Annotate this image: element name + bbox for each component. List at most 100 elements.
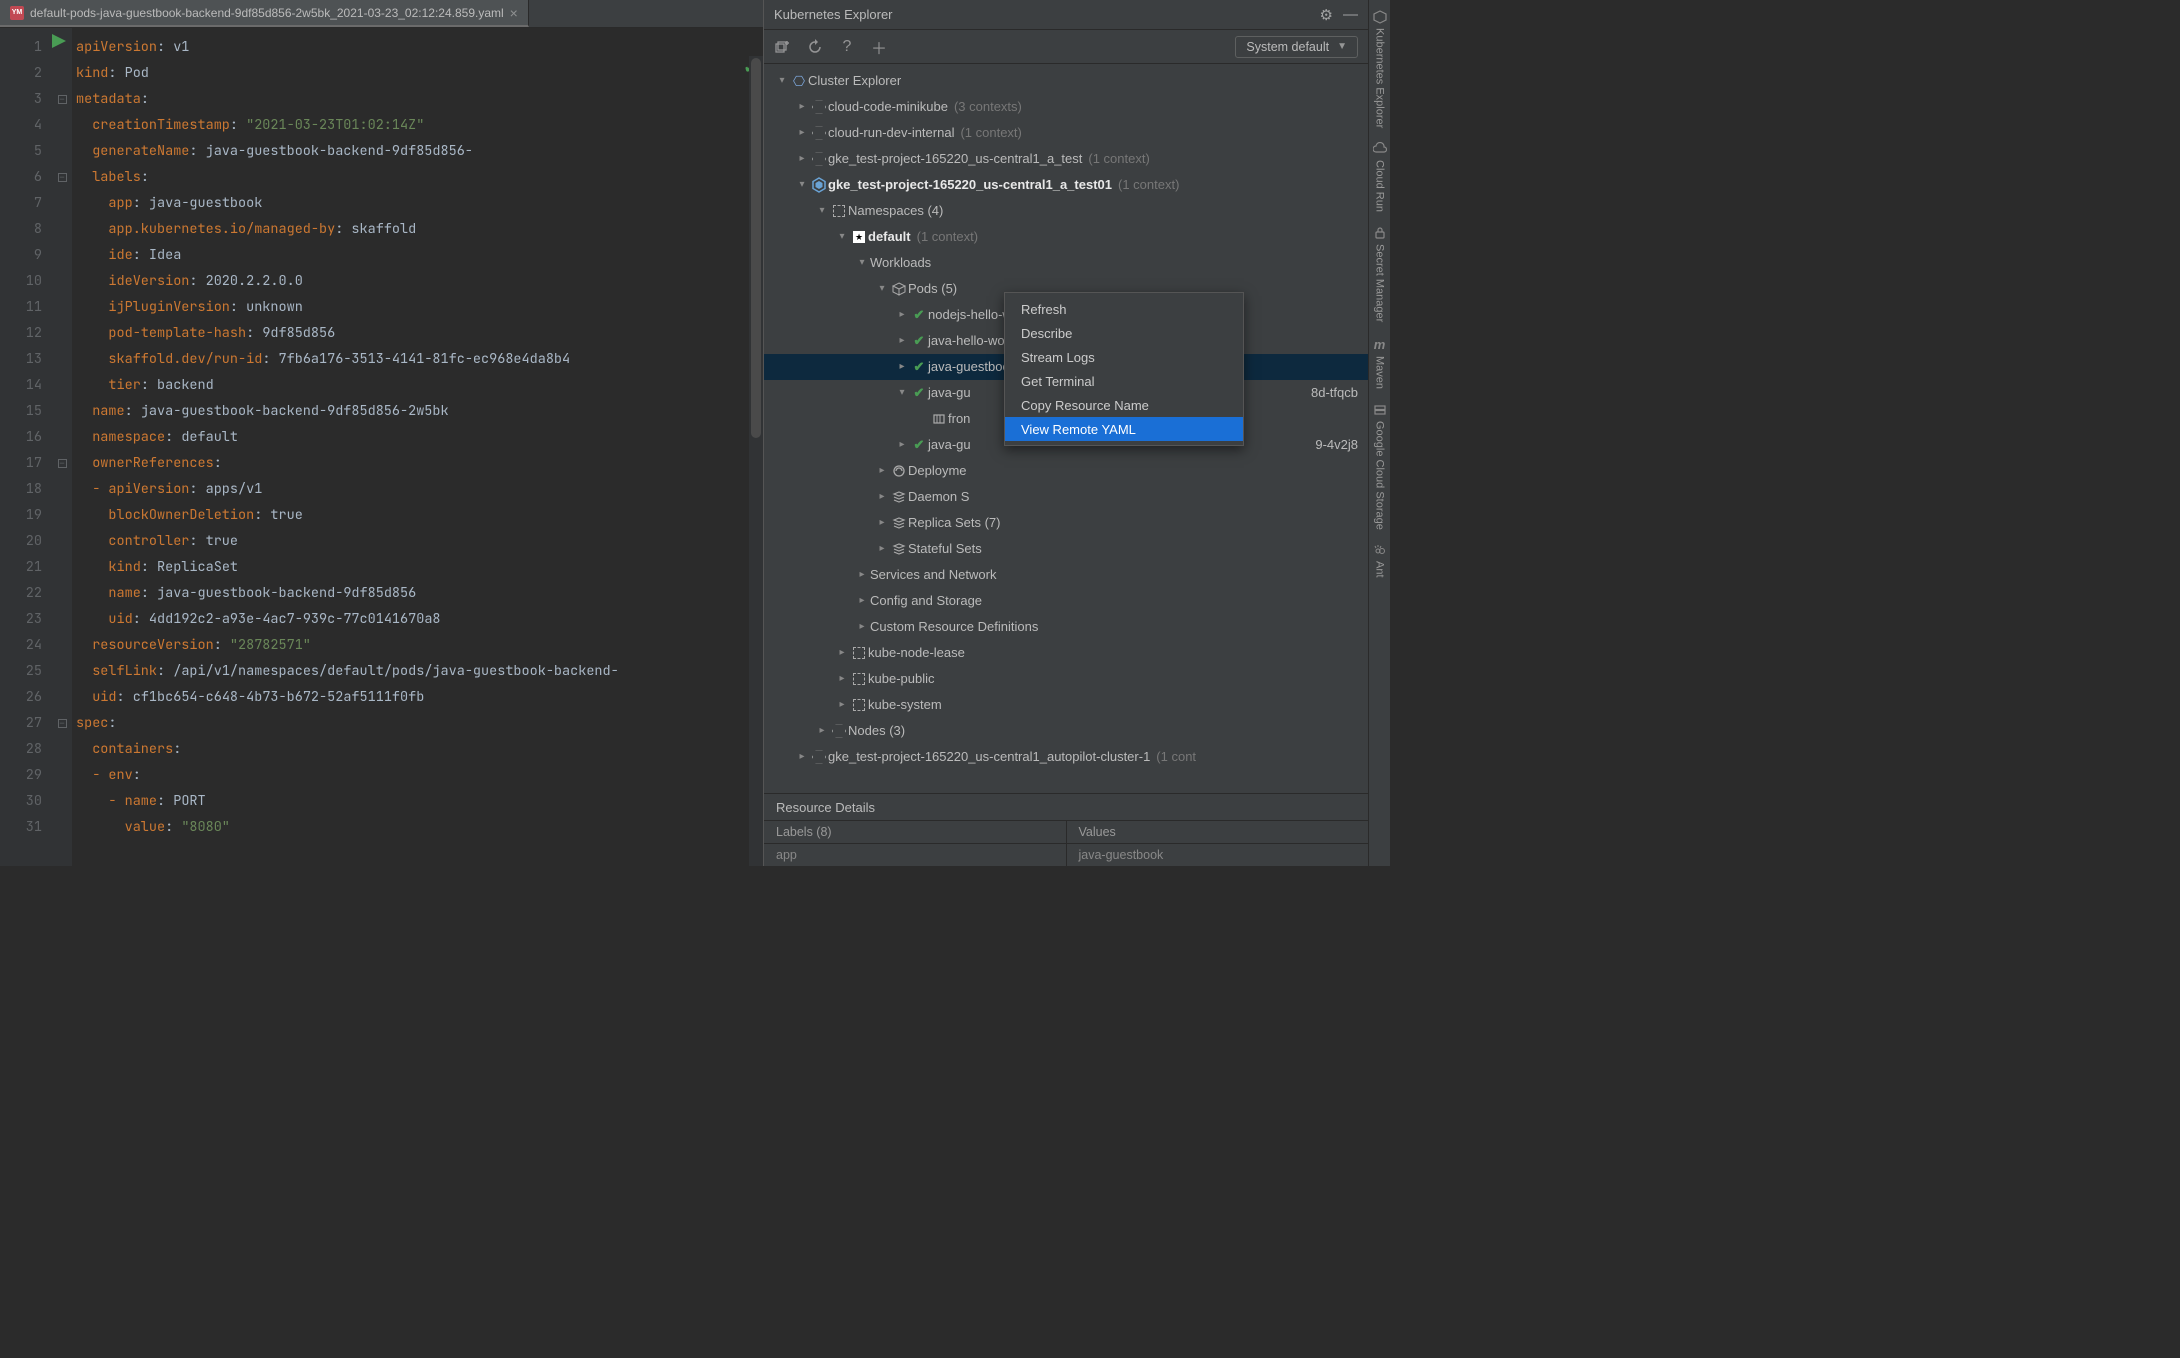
ns-section[interactable]: ▸Config and Storage — [764, 588, 1368, 614]
add-icon[interactable]: ＋ — [870, 38, 888, 56]
fold-column[interactable]: −−−− — [52, 28, 72, 866]
cluster-item[interactable]: ▸cloud-run-dev-internal(1 context) — [764, 120, 1368, 146]
code-line[interactable]: name: java-guestbook-backend-9df85d856-2… — [76, 398, 763, 424]
workload-group[interactable]: ▸Deployme — [764, 458, 1368, 484]
code-line[interactable]: - apiVersion: apps/v1 — [76, 476, 763, 502]
code-line[interactable]: namespace: default — [76, 424, 763, 450]
run-gutter-icon[interactable] — [52, 34, 66, 48]
code-line[interactable]: kind: Pod — [76, 60, 763, 86]
chevron-down-icon[interactable]: ▾ — [874, 276, 890, 302]
toolwindow-secret-manager[interactable]: Secret Manager — [1373, 226, 1387, 322]
context-combo[interactable]: System default ▼ — [1235, 36, 1358, 58]
chevron-right-icon[interactable]: ▸ — [874, 510, 890, 536]
chevron-right-icon[interactable]: ▸ — [834, 692, 850, 718]
chevron-right-icon[interactable]: ▸ — [794, 120, 810, 146]
code-line[interactable]: app: java-guestbook — [76, 190, 763, 216]
chevron-right-icon[interactable]: ▸ — [874, 458, 890, 484]
chevron-down-icon[interactable]: ▾ — [894, 380, 910, 406]
add-cluster-icon[interactable] — [774, 38, 792, 56]
chevron-down-icon[interactable]: ▾ — [834, 224, 850, 250]
chevron-right-icon[interactable]: ▸ — [894, 354, 910, 380]
cluster-item[interactable]: ▸cloud-code-minikube(3 contexts) — [764, 94, 1368, 120]
namespace-item[interactable]: ▸kube-node-lease — [764, 640, 1368, 666]
code-line[interactable]: metadata: — [76, 86, 763, 112]
code-line[interactable]: ide: Idea — [76, 242, 763, 268]
namespace-item[interactable]: ▸kube-public — [764, 666, 1368, 692]
code-line[interactable]: value: "8080" — [76, 814, 763, 840]
code-line[interactable]: ideVersion: 2020.2.2.0.0 — [76, 268, 763, 294]
ns-section[interactable]: ▸Custom Resource Definitions — [764, 614, 1368, 640]
cluster-item[interactable]: ▸gke_test-project-165220_us-central1_aut… — [764, 744, 1368, 770]
code-line[interactable]: uid: 4dd192c2-a93e-4ac7-939c-77c0141670a… — [76, 606, 763, 632]
chevron-right-icon[interactable]: ▸ — [834, 640, 850, 666]
chevron-down-icon[interactable]: ▾ — [794, 172, 810, 198]
code-line[interactable]: app.kubernetes.io/managed-by: skaffold — [76, 216, 763, 242]
toolwindow-ant[interactable]: Ant — [1373, 543, 1387, 578]
toolwindow-google-cloud-storage[interactable]: Google Cloud Storage — [1373, 403, 1387, 530]
menu-item-refresh[interactable]: Refresh — [1005, 297, 1243, 321]
chevron-down-icon[interactable]: ▾ — [854, 250, 870, 276]
chevron-right-icon[interactable]: ▸ — [874, 484, 890, 510]
chevron-right-icon[interactable]: ▸ — [874, 536, 890, 562]
code-line[interactable]: pod-template-hash: 9df85d856 — [76, 320, 763, 346]
menu-item-get-terminal[interactable]: Get Terminal — [1005, 369, 1243, 393]
nodes-group[interactable]: ▸Nodes (3) — [764, 718, 1368, 744]
namespaces-group[interactable]: ▾Namespaces (4) — [764, 198, 1368, 224]
chevron-down-icon[interactable]: ▾ — [774, 68, 790, 94]
chevron-right-icon[interactable]: ▸ — [894, 328, 910, 354]
ns-section[interactable]: ▸Services and Network — [764, 562, 1368, 588]
code-line[interactable]: name: java-guestbook-backend-9df85d856 — [76, 580, 763, 606]
gear-icon[interactable]: ⚙ — [1320, 6, 1333, 24]
code-line[interactable]: creationTimestamp: "2021-03-23T01:02:14Z… — [76, 112, 763, 138]
code-line[interactable]: resourceVersion: "28782571" — [76, 632, 763, 658]
workload-group[interactable]: ▸Replica Sets (7) — [764, 510, 1368, 536]
menu-item-stream-logs[interactable]: Stream Logs — [1005, 345, 1243, 369]
chevron-right-icon[interactable]: ▸ — [794, 94, 810, 120]
chevron-right-icon[interactable]: ▸ — [814, 718, 830, 744]
chevron-right-icon[interactable]: ▸ — [854, 562, 870, 588]
cluster-item[interactable]: ▾gke_test-project-165220_us-central1_a_t… — [764, 172, 1368, 198]
menu-item-view-remote-yaml[interactable]: View Remote YAML — [1005, 417, 1243, 441]
chevron-down-icon[interactable]: ▾ — [814, 198, 830, 224]
minimize-icon[interactable]: — — [1343, 6, 1358, 23]
toolwindow-maven[interactable]: mMaven — [1374, 337, 1386, 389]
code-line[interactable]: ijPluginVersion: unknown — [76, 294, 763, 320]
code-line[interactable]: apiVersion: v1 — [76, 34, 763, 60]
refresh-icon[interactable] — [806, 38, 824, 56]
workloads-group[interactable]: ▾Workloads — [764, 250, 1368, 276]
help-icon[interactable]: ? — [838, 38, 856, 56]
cluster-item[interactable]: ▸gke_test-project-165220_us-central1_a_t… — [764, 146, 1368, 172]
chevron-right-icon[interactable]: ▸ — [854, 614, 870, 640]
close-icon[interactable]: × — [510, 5, 518, 21]
code-line[interactable]: uid: cf1bc654-c648-4b73-b672-52af5111f0f… — [76, 684, 763, 710]
code-line[interactable]: kind: ReplicaSet — [76, 554, 763, 580]
menu-item-copy-resource-name[interactable]: Copy Resource Name — [1005, 393, 1243, 417]
toolwindow-kubernetes-explorer[interactable]: Kubernetes Explorer — [1373, 10, 1387, 128]
chevron-right-icon[interactable]: ▸ — [894, 302, 910, 328]
chevron-right-icon[interactable]: ▸ — [834, 666, 850, 692]
scrollbar-thumb[interactable] — [751, 58, 761, 438]
code-line[interactable]: - env: — [76, 762, 763, 788]
code-area[interactable]: apiVersion: v1kind: Podmetadata: creatio… — [72, 28, 763, 866]
namespace-default[interactable]: ▾★default(1 context) — [764, 224, 1368, 250]
chevron-right-icon[interactable]: ▸ — [794, 146, 810, 172]
workload-group[interactable]: ▸Daemon S — [764, 484, 1368, 510]
code-line[interactable]: ownerReferences: — [76, 450, 763, 476]
code-line[interactable]: generateName: java-guestbook-backend-9df… — [76, 138, 763, 164]
chevron-right-icon[interactable]: ▸ — [854, 588, 870, 614]
code-line[interactable]: selfLink: /api/v1/namespaces/default/pod… — [76, 658, 763, 684]
vertical-scrollbar[interactable] — [749, 56, 763, 866]
code-line[interactable]: - name: PORT — [76, 788, 763, 814]
code-line[interactable]: labels: — [76, 164, 763, 190]
cluster-explorer-root[interactable]: ▾⎔Cluster Explorer — [764, 68, 1368, 94]
menu-item-describe[interactable]: Describe — [1005, 321, 1243, 345]
namespace-item[interactable]: ▸kube-system — [764, 692, 1368, 718]
code-line[interactable]: blockOwnerDeletion: true — [76, 502, 763, 528]
chevron-right-icon[interactable]: ▸ — [794, 744, 810, 770]
code-line[interactable]: containers: — [76, 736, 763, 762]
editor-tab[interactable]: YM default-pods-java-guestbook-backend-9… — [0, 0, 529, 27]
toolwindow-cloud-run[interactable]: Cloud Run — [1373, 142, 1387, 212]
code-line[interactable]: spec: — [76, 710, 763, 736]
chevron-right-icon[interactable]: ▸ — [894, 432, 910, 458]
code-line[interactable]: tier: backend — [76, 372, 763, 398]
